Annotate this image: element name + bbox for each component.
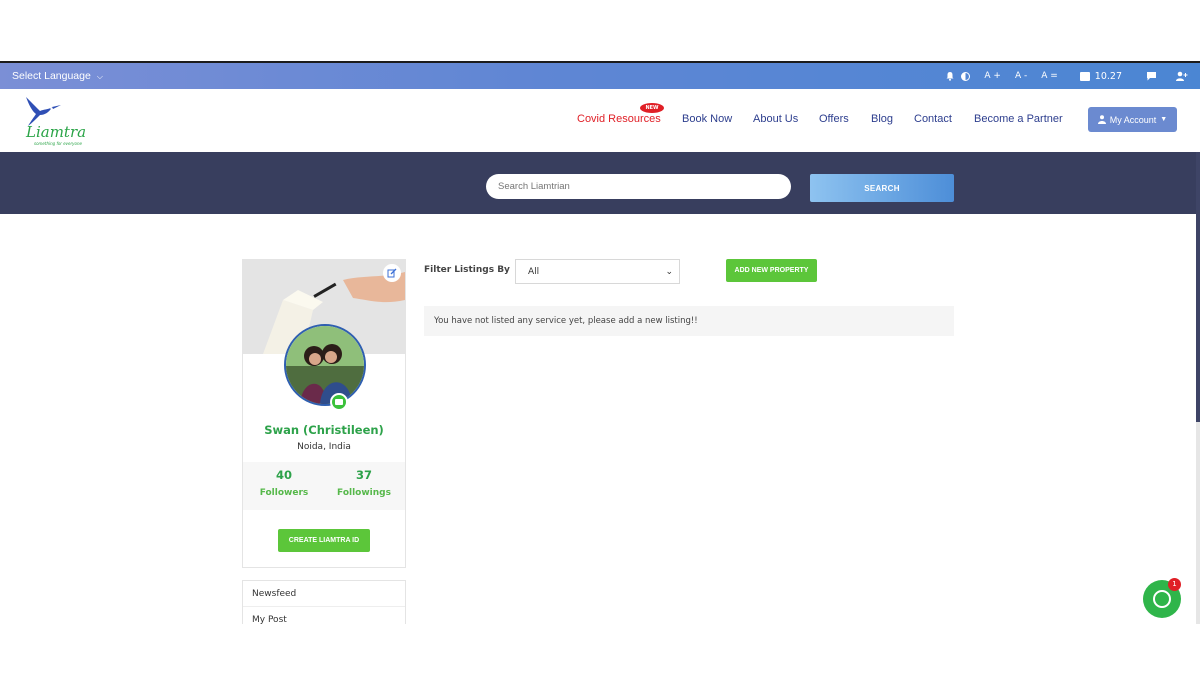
chat-bubble-icon (1153, 590, 1171, 608)
edit-icon (387, 268, 397, 278)
contrast-icon[interactable] (961, 71, 971, 81)
profile-card: Swan (Christileen) Noida, India 40 Follo… (242, 259, 406, 568)
followings-stat[interactable]: 37 Followings (334, 468, 394, 498)
logo-text: Liamtra (26, 123, 87, 141)
chat-icon[interactable] (1146, 63, 1175, 89)
filter-select[interactable]: All ⌄ (515, 259, 680, 284)
nav-covid-resources[interactable]: Covid Resources (577, 113, 661, 125)
side-menu-my-post[interactable]: My Post (243, 607, 405, 624)
nav-book-now[interactable]: Book Now (682, 113, 732, 125)
side-menu: Newsfeed My Post (242, 580, 406, 624)
side-menu-newsfeed[interactable]: Newsfeed (243, 581, 405, 607)
empty-listings-message: You have not listed any service yet, ple… (424, 306, 954, 336)
font-increase-button[interactable]: A + (984, 63, 1001, 89)
search-button[interactable]: SEARCH (810, 174, 954, 202)
edit-cover-button[interactable] (383, 264, 401, 282)
search-band: SEARCH (0, 152, 1196, 214)
clock-time: 10.27 (1094, 70, 1122, 82)
profile-stats: 40 Followers 37 Followings (243, 462, 405, 510)
profile-name: Swan (Christileen) (264, 423, 384, 437)
nav-offers[interactable]: Offers (819, 113, 849, 125)
followers-count: 40 (275, 468, 292, 482)
utility-bar: Select Language ⌵ A + A - A = 10.27 (0, 63, 1200, 89)
avatar[interactable] (284, 324, 366, 406)
my-account-button[interactable]: My Account ▼ (1088, 107, 1177, 132)
create-liamtra-id-button[interactable]: CREATE LIAMTRA ID (278, 529, 370, 552)
language-selector[interactable]: Select Language ⌵ (12, 70, 103, 82)
followings-count: 37 (355, 468, 372, 482)
my-account-label: My Account (1109, 114, 1157, 125)
add-new-property-button[interactable]: ADD NEW PROPERTY (726, 259, 817, 282)
user-icon (1097, 115, 1106, 124)
nav-contact[interactable]: Contact (914, 113, 952, 125)
followers-stat[interactable]: 40 Followers (254, 468, 314, 498)
logo-tagline: something for everyone (34, 141, 82, 146)
chat-unread-badge: 1 (1168, 578, 1181, 591)
add-user-icon[interactable] (1175, 63, 1200, 89)
chevron-down-icon: ⌵ (96, 72, 103, 81)
font-decrease-button[interactable]: A - (1015, 63, 1027, 89)
camera-icon (335, 399, 343, 405)
hummingbird-icon (26, 97, 61, 126)
profile-location: Noida, India (297, 442, 351, 452)
filter-select-value: All (528, 267, 540, 277)
language-selector-label: Select Language (12, 70, 91, 82)
bell-icon[interactable] (945, 71, 955, 81)
clock-widget: 10.27 (1079, 63, 1146, 89)
site-header: Liamtra something for everyone NEW Covid… (0, 89, 1200, 152)
chevron-down-icon: ▼ (1160, 116, 1168, 123)
filter-label: Filter Listings By (424, 265, 510, 275)
new-badge: NEW (640, 103, 664, 113)
site-logo[interactable]: Liamtra something for everyone (20, 93, 90, 147)
browser-viewport: Select Language ⌵ A + A - A = 10.27 Liam… (0, 61, 1200, 624)
change-photo-button[interactable] (330, 393, 348, 411)
followers-label: Followers (259, 488, 309, 498)
calendar-icon (1079, 71, 1090, 81)
avatar-image (286, 326, 364, 404)
nav-become-partner[interactable]: Become a Partner (974, 113, 1063, 125)
nav-about-us[interactable]: About Us (753, 113, 798, 125)
nav-blog[interactable]: Blog (871, 113, 893, 125)
followings-label: Followings (337, 488, 391, 498)
search-input[interactable] (486, 174, 791, 199)
font-reset-button[interactable]: A = (1041, 63, 1058, 89)
chevron-down-icon: ⌄ (665, 267, 673, 277)
scrollbar-thumb[interactable] (1196, 152, 1200, 422)
